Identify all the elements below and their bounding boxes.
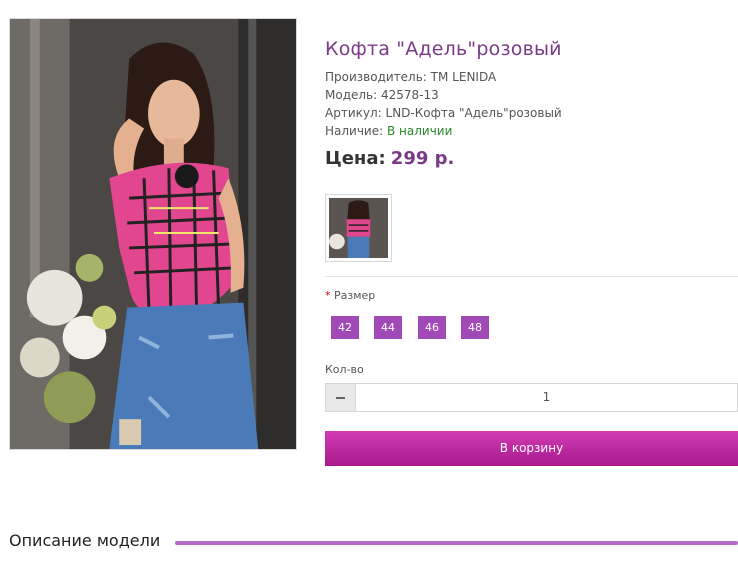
model-value: 42578-13 — [381, 88, 439, 102]
required-mark: * — [325, 289, 331, 302]
product-main-image[interactable] — [9, 18, 297, 450]
add-to-cart-button[interactable]: В корзину — [325, 431, 738, 466]
product-title: Кофта "Адель"розовый — [325, 38, 562, 60]
size-label-text: Размер — [334, 289, 376, 302]
product-thumbnail[interactable] — [325, 194, 392, 262]
size-option-42[interactable]: 42 — [331, 316, 359, 339]
product-photo-illustration — [10, 19, 296, 449]
quantity-input[interactable]: 1 — [356, 383, 738, 412]
manufacturer-value[interactable]: TM LENIDA — [431, 70, 497, 84]
price-value: 299 р. — [390, 148, 455, 169]
model-label: Модель: — [325, 88, 378, 102]
size-option-44[interactable]: 44 — [374, 316, 402, 339]
size-option-48[interactable]: 48 — [461, 316, 489, 339]
availability-line: Наличие: В наличии — [325, 124, 452, 138]
availability-value: В наличии — [387, 124, 453, 138]
quantity-label: Кол-во — [325, 363, 364, 376]
price-row: Цена: 299 р. — [325, 148, 454, 169]
sku-label: Артикул: — [325, 106, 382, 120]
quantity-decrease-button[interactable] — [325, 383, 356, 412]
section-divider — [325, 276, 738, 277]
sku-value: LND-Кофта "Адель"розовый — [385, 106, 562, 120]
thumbnail-illustration — [329, 198, 388, 258]
price-label: Цена: — [325, 148, 386, 169]
description-heading-underline — [175, 541, 738, 545]
manufacturer-label: Производитель: — [325, 70, 427, 84]
size-label: * Размер — [325, 289, 375, 302]
manufacturer-line: Производитель: TM LENIDA — [325, 70, 496, 84]
product-page: Кофта "Адель"розовый Производитель: TM L… — [0, 0, 738, 577]
model-line: Модель: 42578-13 — [325, 88, 439, 102]
sku-line: Артикул: LND-Кофта "Адель"розовый — [325, 106, 562, 120]
description-heading: Описание модели — [9, 531, 161, 550]
availability-label: Наличие: — [325, 124, 384, 138]
size-option-46[interactable]: 46 — [418, 316, 446, 339]
